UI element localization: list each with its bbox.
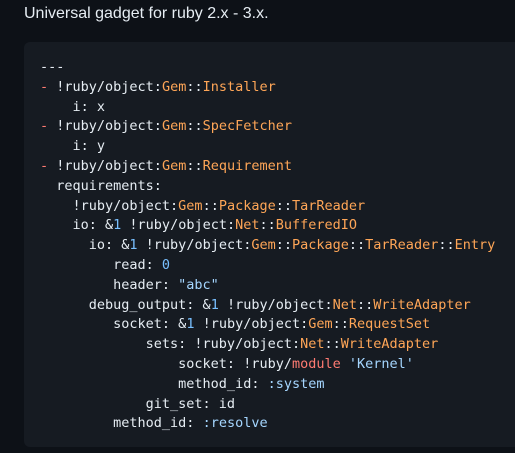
code-lines: --- - !ruby/object:Gem::Installer i: x- !… [40, 58, 495, 434]
code-token: Package [292, 237, 349, 254]
code-token: sets: !ruby/object: [40, 336, 301, 353]
code-token: header: [40, 276, 179, 293]
code-line: --- [40, 58, 495, 78]
code-line: - !ruby/object:Gem::Requirement [40, 157, 495, 177]
code-line: socket: &1 !ruby/object:Gem::RequestSet [40, 315, 495, 335]
code-token: !ruby/object: [56, 118, 162, 135]
code-token: - [40, 157, 57, 174]
code-token: :system [267, 375, 325, 392]
code-token: Gem [251, 237, 276, 254]
code-token: WriteAdapter [373, 296, 471, 313]
page: Universal gadget for ruby 2.x - 3.x. ---… [0, 0, 515, 453]
code-line: header: "abc" [40, 276, 495, 296]
code-token: :: [275, 237, 292, 254]
code-token: git_set: id [40, 395, 236, 412]
code-token: RequestSet [348, 316, 431, 333]
code-token: !ruby/object: [56, 78, 162, 95]
code-token: 1 [129, 237, 138, 254]
code-token: io: & [40, 217, 114, 234]
code-token: SpecFetcher [202, 118, 292, 135]
code-token: x [96, 98, 106, 115]
code-token: method_id: [40, 415, 203, 432]
code-token: :: [202, 197, 219, 214]
code-token: module [291, 355, 341, 372]
code-line: debug_output: &1 !ruby/object:Net::Write… [40, 296, 495, 316]
code-token: Installer [202, 78, 276, 95]
code-token: io: & [40, 237, 130, 254]
code-token: Gem [178, 197, 203, 214]
code-token: Entry [454, 237, 496, 254]
code-token: TarReader [365, 237, 439, 254]
code-line: method_id: :resolve [40, 414, 495, 434]
code-block[interactable]: --- - !ruby/object:Gem::Installer i: x- !… [24, 42, 515, 447]
code-token: !ruby/object: [40, 197, 179, 214]
code-token: Net [300, 336, 325, 353]
code-token: Gem [161, 157, 187, 174]
code-token: :: [275, 197, 292, 214]
code-token: :: [357, 296, 374, 313]
code-line: read: 0 [40, 256, 495, 276]
code-token: Gem [161, 118, 187, 135]
code-token: :: [186, 78, 203, 95]
code-token: --- [40, 59, 65, 75]
code-token: i: [40, 138, 97, 155]
code-token: :: [186, 118, 203, 135]
code-token: TarReader [292, 197, 366, 214]
code-token: :resolve [202, 415, 268, 432]
code-token: !ruby/object: [56, 157, 162, 174]
code-line: socket: !ruby/module 'Kernel' [40, 355, 495, 375]
code-token: 1 [210, 296, 219, 313]
code-token: y [96, 138, 106, 155]
code-token: - [40, 78, 57, 95]
code-token: debug_output: & [40, 296, 211, 313]
code-token: Package [218, 197, 276, 214]
code-token: i: [40, 98, 97, 115]
code-line: io: &1 !ruby/object:Net::BufferedIO [40, 216, 495, 236]
code-line: method_id: :system [40, 375, 495, 395]
code-token: :: [348, 237, 366, 254]
code-token: :: [186, 157, 203, 174]
code-line: io: &1 !ruby/object:Gem::Package::TarRea… [40, 236, 495, 256]
code-line: i: x [40, 98, 495, 118]
code-token: requirements: [40, 177, 162, 194]
code-token: 'Kernel' [348, 355, 414, 372]
code-line: requirements: [40, 177, 495, 197]
section-heading: Universal gadget for ruby 2.x - 3.x. [24, 5, 269, 22]
code-token: BufferedIO [275, 217, 358, 234]
code-token: Gem [308, 316, 333, 333]
code-token: "abc" [178, 276, 219, 293]
code-token: Gem [161, 78, 187, 95]
code-token: !ruby/object: [121, 217, 236, 234]
code-line: i: y [40, 137, 495, 157]
code-token: read: [40, 256, 162, 273]
code-line: git_set: id [40, 395, 495, 415]
code-token: socket: !ruby/ [40, 355, 292, 372]
code-token: !ruby/object: [218, 296, 333, 313]
code-token: :: [438, 237, 455, 254]
code-line: sets: !ruby/object:Net::WriteAdapter [40, 335, 495, 355]
code-token: !ruby/object: [194, 316, 309, 333]
code-line: - !ruby/object:Gem::SpecFetcher [40, 117, 495, 137]
code-token: 0 [161, 256, 171, 273]
code-token: :: [332, 316, 349, 333]
code-token: Net [235, 217, 260, 234]
code-line: !ruby/object:Gem::Package::TarReader [40, 197, 495, 217]
code-token: method_id: [40, 375, 268, 392]
code-token: - [40, 118, 57, 135]
code-token: :: [259, 217, 276, 234]
code-token: Net [332, 296, 358, 313]
code-token: !ruby/object: [137, 237, 252, 254]
code-token: socket: & [40, 316, 187, 333]
code-token: Requirement [202, 157, 292, 174]
code-token: :: [324, 336, 341, 353]
code-line: - !ruby/object:Gem::Installer [40, 78, 495, 98]
code-token: WriteAdapter [340, 336, 439, 353]
